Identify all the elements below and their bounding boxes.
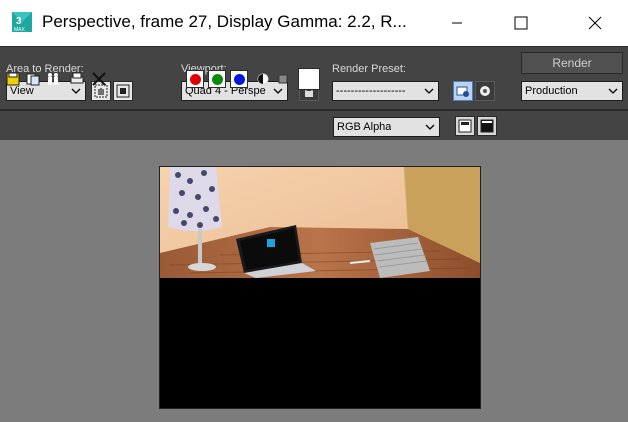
blue-channel-toggle[interactable] (230, 70, 248, 88)
alpha-channel-icon[interactable] (255, 71, 271, 87)
channel-display-value: RGB Alpha (337, 121, 392, 133)
frame-buffer-area (0, 140, 628, 422)
save-image-icon[interactable] (5, 71, 21, 87)
monochrome-icon[interactable] (275, 71, 291, 87)
render-button[interactable]: Render (521, 52, 623, 74)
environment-effects-button[interactable] (475, 81, 495, 101)
chevron-down-icon (425, 124, 435, 130)
teapot-icon (480, 86, 490, 96)
display-icon (480, 119, 494, 133)
green-channel-icon (211, 73, 223, 85)
app-icon: 3 MAX (10, 10, 34, 34)
maximize-button[interactable] (498, 0, 544, 46)
toggle-ui-button[interactable] (477, 116, 497, 136)
rendered-image (160, 167, 480, 278)
toggle-ui-overlay-button[interactable] (455, 116, 475, 136)
region-select-icon (116, 84, 130, 98)
auto-region-button[interactable] (113, 81, 133, 101)
clear-icon[interactable] (91, 71, 107, 87)
maximize-icon (514, 16, 528, 30)
red-channel-icon (189, 73, 201, 85)
swatch-color-box[interactable] (298, 68, 320, 90)
minimize-button[interactable] (434, 0, 480, 46)
production-value: Production (525, 85, 578, 97)
toolbar-divider (0, 109, 628, 111)
close-icon (588, 16, 602, 30)
render-preset-value: ------------------- (336, 85, 406, 97)
chevron-down-icon (424, 88, 434, 94)
render-toolbar: Area to Render: View Viewport: Quad 4 - … (0, 46, 628, 140)
production-dropdown[interactable]: Production (521, 81, 623, 101)
red-channel-toggle[interactable] (186, 70, 204, 88)
close-button[interactable] (572, 0, 618, 46)
window-title: Perspective, frame 27, Display Gamma: 2.… (42, 12, 407, 31)
overlay-icon (458, 119, 472, 133)
green-channel-toggle[interactable] (208, 70, 226, 88)
render-setup-icon (456, 86, 469, 97)
chevron-down-icon (608, 88, 618, 94)
svg-text:MAX: MAX (14, 27, 26, 33)
render-preset-dropdown[interactable]: ------------------- (332, 81, 439, 101)
render-setup-button[interactable] (453, 81, 473, 101)
clone-window-icon[interactable] (45, 71, 61, 87)
title-bar: 3 MAX Perspective, frame 27, Display Gam… (0, 0, 628, 46)
print-image-icon[interactable] (69, 71, 85, 87)
minimize-icon (452, 22, 462, 24)
svg-text:3: 3 (16, 16, 22, 27)
channel-display-dropdown[interactable]: RGB Alpha (333, 117, 440, 137)
copy-image-icon[interactable] (25, 71, 41, 87)
rendered-frame (159, 166, 481, 409)
blue-channel-icon (233, 73, 245, 85)
render-preset-label: Render Preset: (332, 63, 406, 75)
